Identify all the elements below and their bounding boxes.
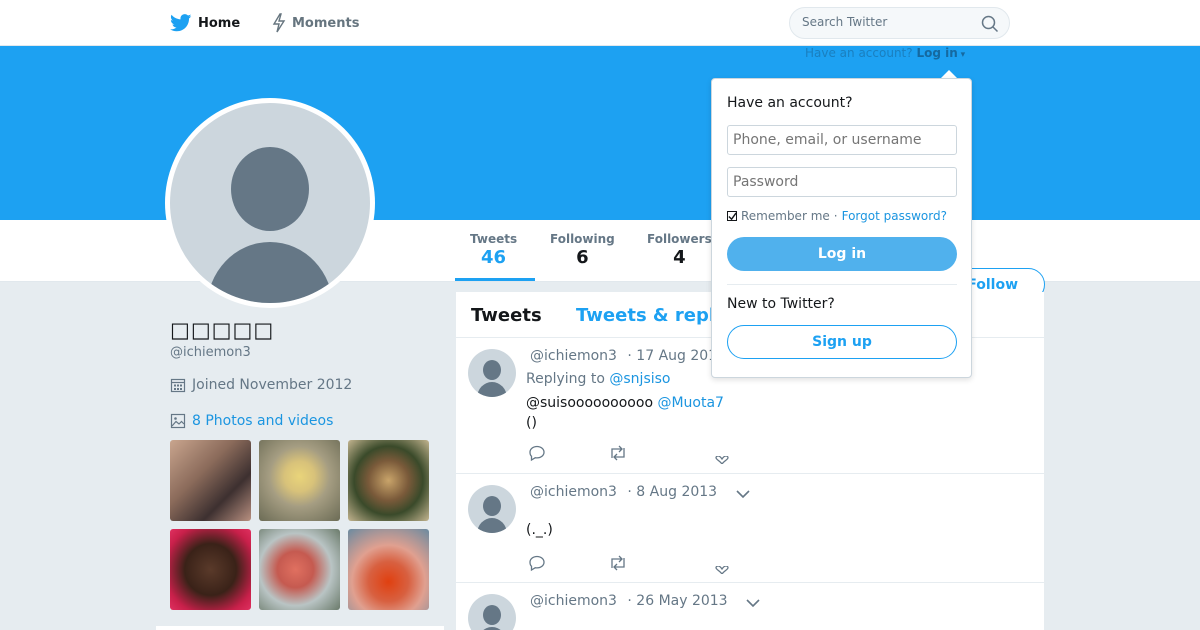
like-icon[interactable] [713,456,731,464]
nav-home[interactable]: Home [170,0,240,46]
remember-me-checkbox[interactable] [727,211,737,221]
photo-thumb[interactable] [170,529,251,610]
reply-icon[interactable] [528,444,546,462]
tab-tweets[interactable]: Tweets [471,305,542,326]
image-icon [170,413,186,429]
tweet[interactable]: @ichiemon3 · 26 May 2013 [456,583,1044,630]
tweet-header: @ichiemon3 · 26 May 2013 [530,593,728,609]
nav-home-label: Home [198,15,241,31]
login-button[interactable]: Log in [727,237,957,271]
chevron-down-icon[interactable] [736,490,750,499]
tweet-actions [528,444,731,464]
active-tab-underline [455,278,535,281]
username-field[interactable] [727,125,957,155]
tweet-text-line2: () [526,415,537,431]
tweet-avatar[interactable] [468,485,516,533]
sidebar-card [156,626,444,630]
joined-text: Joined November 2012 [192,377,353,393]
stat-followers-value: 4 [673,247,686,268]
remember-me-label[interactable]: Remember me [741,209,830,223]
photo-thumb[interactable] [170,440,251,521]
nav-moments-label: Moments [292,15,360,31]
bird-icon [170,14,192,32]
stat-following-value: 6 [576,247,589,268]
photos-videos-label: 8 Photos and videos [192,413,334,429]
header-login-link[interactable]: Log in [916,46,957,60]
tweet-header: @ichiemon3 · 17 Aug 2013 [530,348,726,364]
reply-mention-link[interactable]: @snjsiso [609,371,670,387]
lightning-icon [272,13,286,33]
separator-dot: · [833,209,838,223]
photo-thumb[interactable] [259,529,340,610]
search-box[interactable]: Search Twitter [789,7,1010,39]
tweet-actions [528,554,731,574]
tweet-handle[interactable]: @ichiemon3 [530,484,617,500]
calendar-icon [170,378,186,393]
header-login-prompt[interactable]: Have an account? Log in ▾ [805,46,965,60]
tab-tweets-replies[interactable]: Tweets & repl [576,305,715,326]
photo-thumb[interactable] [348,440,429,521]
tweet-header: @ichiemon3 · 8 Aug 2013 [530,484,717,500]
tweet-handle[interactable]: @ichiemon3 [530,593,617,609]
caret-down-icon: ▾ [957,50,966,60]
default-avatar-icon [170,103,370,303]
check-icon [728,212,737,221]
new-to-twitter-label: New to Twitter? [727,296,835,312]
forgot-password-link[interactable]: Forgot password? [842,209,947,223]
login-dropdown: Have an account? Remember me · Forgot pa… [711,78,972,378]
chevron-down-icon[interactable] [746,599,760,608]
divider [727,284,957,285]
profile-avatar[interactable] [165,98,375,308]
tweet[interactable]: @ichiemon3 · 8 Aug 2013 (._.) [456,474,1044,583]
tweet-handle[interactable]: @ichiemon3 [530,348,617,364]
tweet-text: @suisoooooooooo @Muota7 [526,395,724,411]
tweet-text-body: @suisoooooooooo [526,395,654,411]
stat-tweets-label: Tweets [470,232,518,246]
tweet-avatar[interactable] [468,349,516,397]
tweet-text: (._.) [526,522,553,538]
tweet-mention-link[interactable]: @Muota7 [657,395,724,411]
retweet-icon[interactable] [608,444,628,462]
stat-tweets[interactable]: Tweets 46 [470,232,517,268]
stat-following[interactable]: Following 6 [550,232,615,268]
photo-thumb[interactable] [259,440,340,521]
stat-tweets-value: 46 [481,247,507,268]
profile-handle: @ichiemon3 [170,345,251,360]
stat-followers-label: Followers [647,232,712,246]
tweet-avatar[interactable] [468,594,516,630]
retweet-icon[interactable] [608,554,628,572]
search-input[interactable]: Search Twitter [802,15,887,29]
top-nav: Home Moments Search Twitter [0,0,1200,46]
stat-followers[interactable]: Followers 4 [647,232,712,268]
password-field[interactable] [727,167,957,197]
profile-name: □□□□□ [170,318,275,342]
replying-to: Replying to @snjsiso [526,371,671,387]
joined-date: Joined November 2012 [170,377,352,393]
have-account-text: Have an account? [805,46,913,60]
replying-prefix: Replying to [526,371,605,387]
tweet-date[interactable]: · 8 Aug 2013 [627,484,717,500]
search-icon[interactable] [981,15,999,33]
like-icon[interactable] [713,566,731,574]
login-dropdown-title: Have an account? [727,95,853,111]
signup-button[interactable]: Sign up [727,325,957,359]
stat-following-label: Following [550,232,615,246]
nav-moments[interactable]: Moments [272,0,359,46]
remember-me-row: Remember me · Forgot password? [727,209,947,223]
tweet-date[interactable]: · 26 May 2013 [627,593,727,609]
photos-videos-link[interactable]: 8 Photos and videos [170,413,333,429]
reply-icon[interactable] [528,554,546,572]
photo-thumb[interactable] [348,529,429,610]
